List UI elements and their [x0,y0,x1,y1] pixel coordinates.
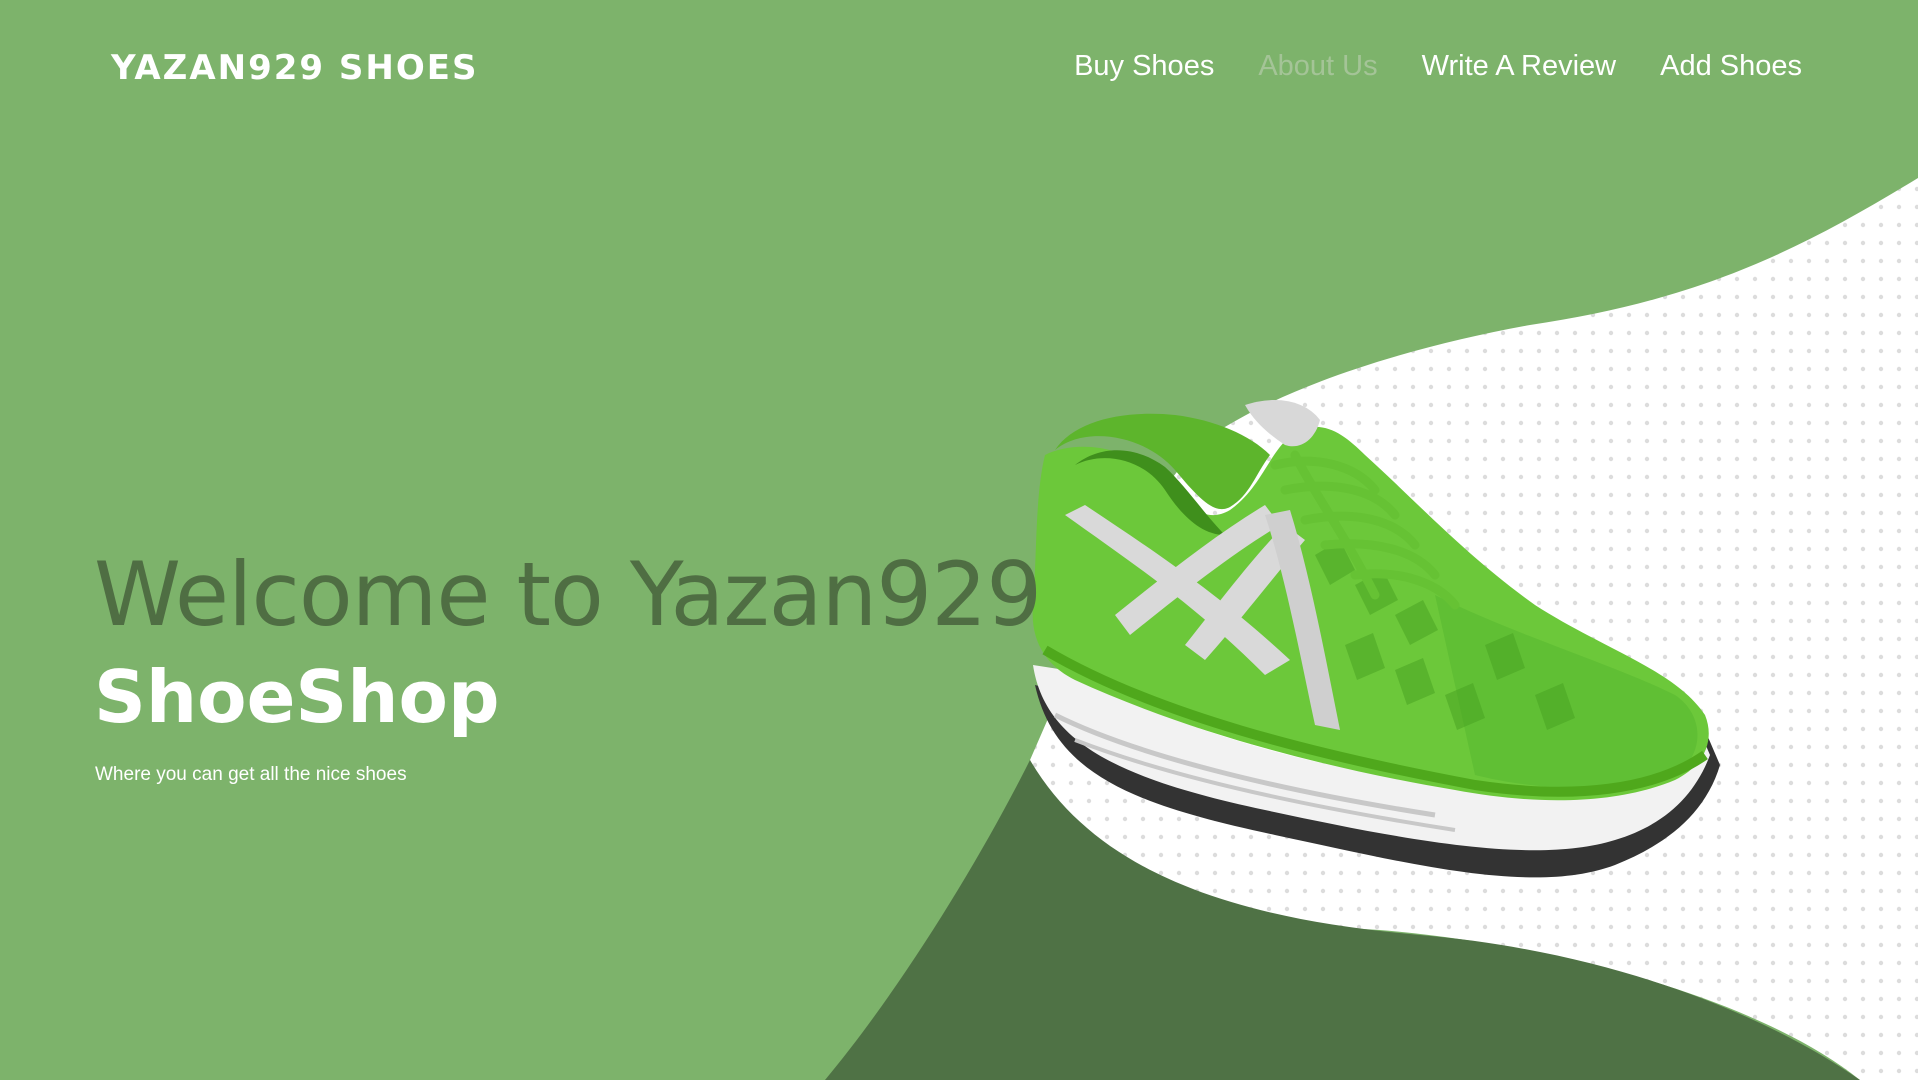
brand-logo[interactable]: YAZAN929 SHOES [111,48,478,88]
hero-title: Welcome to Yazan929 [94,543,1042,646]
nav-buy-shoes[interactable]: Buy Shoes [1074,50,1214,83]
hero-subtitle: ShoeShop [94,655,500,739]
nav-write-a-review[interactable]: Write A Review [1422,50,1616,83]
green-running-shoe-image [1032,400,1720,878]
main-nav: Buy Shoes About Us Write A Review Add Sh… [1074,50,1802,83]
hero-tagline: Where you can get all the nice shoes [95,764,407,785]
nav-about-us[interactable]: About Us [1258,50,1377,83]
nav-add-shoes[interactable]: Add Shoes [1660,50,1802,83]
